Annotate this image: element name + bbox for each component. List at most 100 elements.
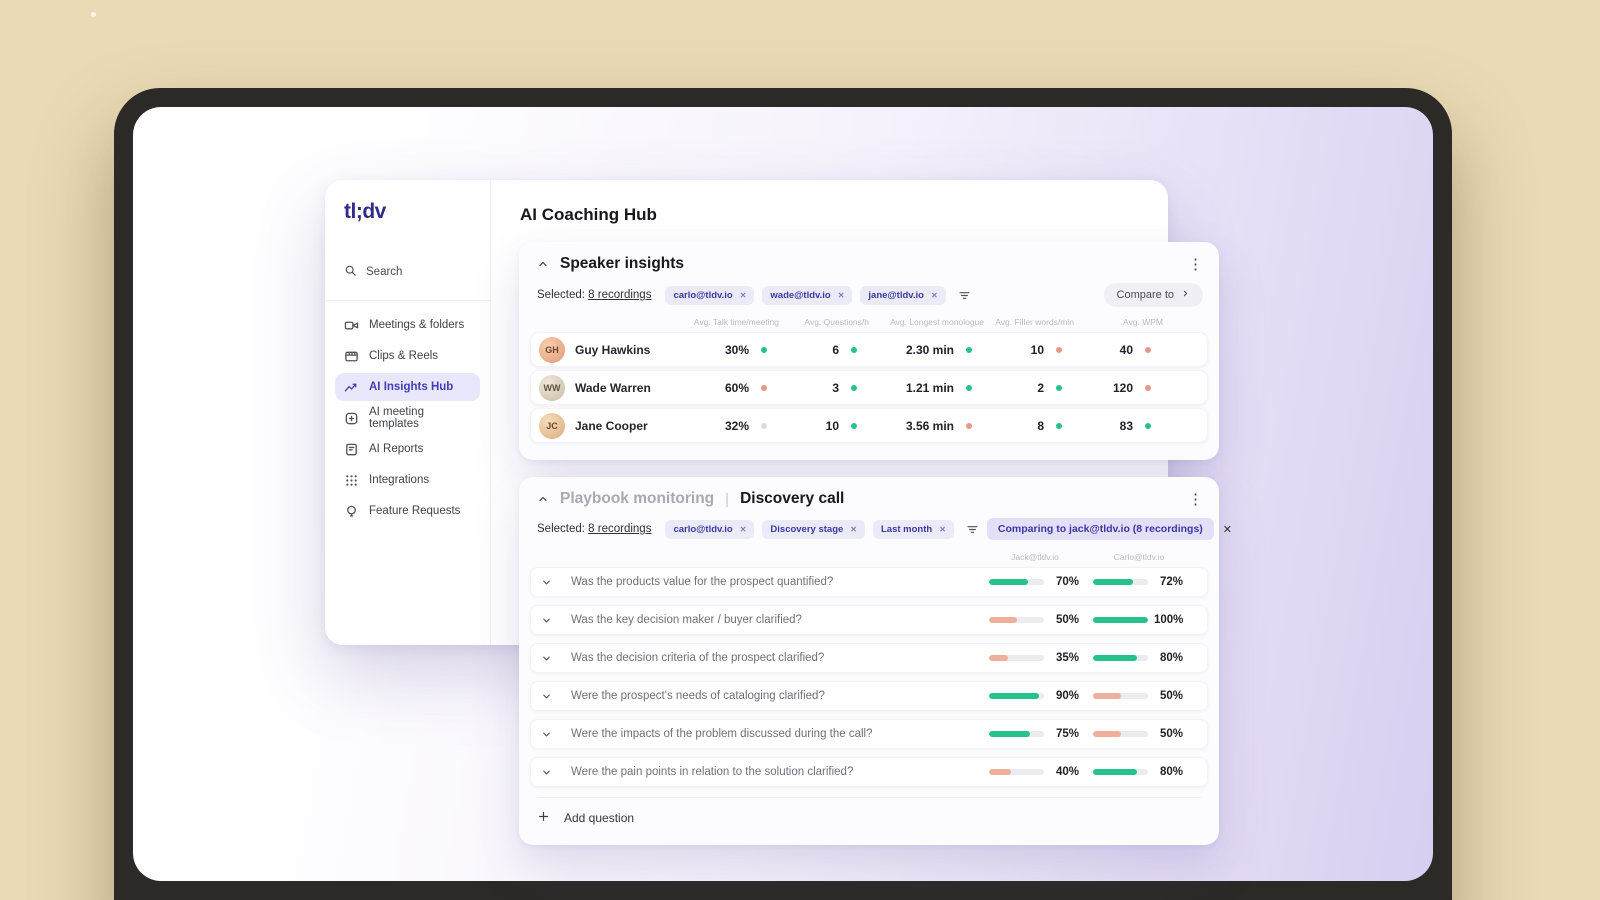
sidebar-item-clips-reels[interactable]: Clips & Reels <box>335 342 480 370</box>
progress-track <box>989 731 1044 737</box>
speaker-row[interactable]: JC Jane Cooper 32% 10 3.56 min 8 83 <box>530 408 1208 443</box>
search-input[interactable]: Search <box>344 264 490 280</box>
chevron-down-icon[interactable] <box>541 729 557 740</box>
progress-track <box>989 769 1044 775</box>
sidebar-item-label: AI Insights Hub <box>369 381 454 393</box>
metric-cell: 1.21 min <box>857 381 972 395</box>
close-icon[interactable]: ✕ <box>740 291 747 300</box>
recordings-link[interactable]: 8 recordings <box>588 289 651 301</box>
progress-fill <box>989 579 1028 585</box>
speaker-row[interactable]: WW Wade Warren 60% 3 1.21 min 2 120 <box>530 370 1208 405</box>
progress-percent: 35% <box>1055 652 1079 664</box>
progress-percent: 72% <box>1159 576 1183 588</box>
question-row[interactable]: Were the impacts of the problem discusse… <box>530 719 1208 749</box>
chevron-down-icon[interactable] <box>541 577 557 588</box>
speaker-row[interactable]: GH Guy Hawkins 30% 6 2.30 min 10 40 <box>530 332 1208 367</box>
recordings-link[interactable]: 8 recordings <box>588 523 651 535</box>
filter-chip[interactable]: carlo@tldv.io ✕ <box>665 285 755 305</box>
kebab-menu-icon[interactable]: ⋮ <box>1188 492 1203 507</box>
progress-percent: 80% <box>1159 652 1183 664</box>
progress-fill <box>989 693 1039 699</box>
progress-group: 35% <box>989 652 1079 664</box>
question-text: Was the products value for the prospect … <box>571 576 834 588</box>
add-question-button[interactable]: Add question <box>537 797 1201 826</box>
question-row[interactable]: Were the pain points in relation to the … <box>530 757 1208 787</box>
metric-value: 60% <box>724 380 749 395</box>
progress-fill <box>1093 693 1121 699</box>
comparing-pill: Comparing to jack@tldv.io (8 recordings) <box>986 518 1214 540</box>
chevron-up-icon[interactable] <box>537 258 549 270</box>
progress-percent: 50% <box>1055 614 1079 626</box>
sidebar-item-meetings-folders[interactable]: Meetings & folders <box>335 311 480 339</box>
filter-chip[interactable]: jane@tldv.io ✕ <box>860 285 946 305</box>
template-icon <box>344 411 359 426</box>
chevron-down-icon[interactable] <box>541 767 557 778</box>
chevron-down-icon[interactable] <box>541 653 557 664</box>
chip-label: wade@tldv.io <box>770 289 831 301</box>
sidebar-item-label: AI Reports <box>369 443 424 455</box>
progress-group: 80% <box>1093 766 1183 778</box>
progress-fill <box>989 731 1031 737</box>
sidebar-menu: Meetings & folders Clips & Reels AI Insigh… <box>335 311 480 525</box>
sidebar: tl;dv Search Meetings & folders Clips & R… <box>325 180 491 645</box>
question-row[interactable]: Was the key decision maker / buyer clari… <box>530 605 1208 635</box>
metric-cell: 30% <box>671 343 767 357</box>
status-dot <box>1145 422 1151 429</box>
metric-value: 8 <box>1037 418 1044 433</box>
chevron-down-icon[interactable] <box>541 691 557 702</box>
metric-cell: 83 <box>1062 419 1151 433</box>
chevron-down-icon[interactable] <box>541 615 557 626</box>
close-icon[interactable]: ✕ <box>850 525 857 534</box>
trend-chart-icon <box>344 380 359 395</box>
metric-value: 83 <box>1119 418 1133 433</box>
close-icon[interactable]: ✕ <box>740 525 747 534</box>
progress-group: 100% <box>1093 614 1183 626</box>
progress-track <box>1093 731 1148 737</box>
compare-to-button[interactable]: Compare to <box>1103 283 1203 307</box>
search-label: Search <box>366 266 403 278</box>
playbook-monitoring-panel: Playbook monitoring | Discovery call ⋮ S… <box>519 477 1232 845</box>
grid-dots-icon <box>344 473 359 488</box>
progress-track <box>989 693 1044 699</box>
speaker-table: GH Guy Hawkins 30% 6 2.30 min 10 40 WW Wade Warr… <box>530 332 1208 443</box>
filter-chip[interactable]: Last month ✕ <box>872 519 954 539</box>
progress-group: 80% <box>1093 652 1183 664</box>
filter-chip[interactable]: wade@tldv.io ✕ <box>762 285 853 305</box>
question-row[interactable]: Were the prospect's needs of cataloging … <box>530 681 1208 711</box>
question-text: Was the key decision maker / buyer clari… <box>571 614 802 626</box>
sidebar-divider <box>325 300 490 301</box>
panel-title-muted: Playbook monitoring <box>560 490 715 507</box>
kebab-menu-icon[interactable]: ⋮ <box>1188 257 1203 272</box>
chip-label: Discovery stage <box>770 523 844 535</box>
speaker-filter-chips: carlo@tldv.io ✕ wade@tldv.io ✕ jane@tldv.io ✕ <box>665 285 946 305</box>
question-list: Was the products value for the prospect … <box>530 567 1208 787</box>
chevron-up-icon[interactable] <box>537 493 549 505</box>
close-icon[interactable]: ✕ <box>1223 523 1232 536</box>
question-row[interactable]: Was the decision criteria of the prospec… <box>530 643 1208 673</box>
filter-icon[interactable] <box>966 523 979 536</box>
sidebar-item-feature-requests[interactable]: Feature Requests <box>335 497 480 525</box>
sidebar-item-integrations[interactable]: Integrations <box>335 466 480 494</box>
filter-icon[interactable] <box>958 289 971 302</box>
progress-fill <box>989 655 1009 661</box>
sidebar-item-label: Feature Requests <box>369 505 461 517</box>
question-text: Was the decision criteria of the prospec… <box>571 652 825 664</box>
sidebar-item-label: Clips & Reels <box>369 350 439 362</box>
close-icon[interactable]: ✕ <box>838 291 845 300</box>
column-header: Jack@tldv.io <box>1011 552 1059 562</box>
metric-value: 3.56 min <box>905 418 954 433</box>
sidebar-item-label: Integrations <box>369 474 430 486</box>
close-icon[interactable]: ✕ <box>931 291 938 300</box>
sidebar-item-ai-reports[interactable]: AI Reports <box>335 435 480 463</box>
progress-fill <box>1093 617 1148 623</box>
sidebar-item-ai-meeting-templates[interactable]: AI meeting templates <box>335 404 480 432</box>
column-header: Avg. Filler words/min <box>995 317 1074 327</box>
sidebar-item-ai-insights-hub[interactable]: AI Insights Hub <box>335 373 480 401</box>
filter-chip[interactable]: Discovery stage ✕ <box>762 519 865 539</box>
playbook-filter-chips: carlo@tldv.io ✕ Discovery stage ✕ Last month… <box>665 519 954 539</box>
question-row[interactable]: Was the products value for the prospect … <box>530 567 1208 597</box>
metric-cell: 2 <box>972 381 1062 395</box>
progress-percent: 75% <box>1055 728 1079 740</box>
filter-chip[interactable]: carlo@tldv.io ✕ <box>665 519 755 539</box>
close-icon[interactable]: ✕ <box>939 525 946 534</box>
